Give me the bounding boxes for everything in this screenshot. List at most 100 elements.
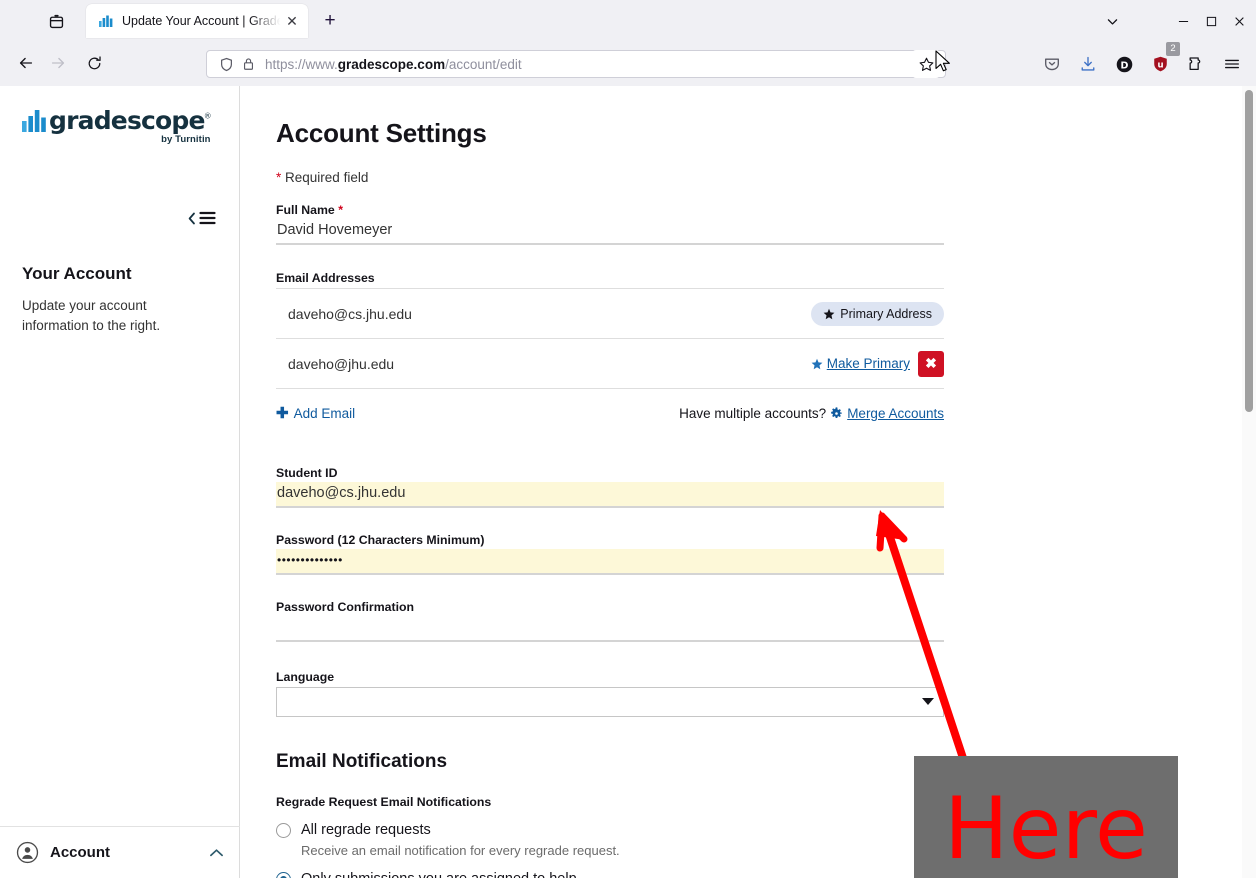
browser-tab[interactable]: Update Your Account | Gradescope ✕ <box>86 4 308 38</box>
forward-button[interactable] <box>42 47 74 79</box>
person-circle-icon <box>16 841 39 864</box>
email-address-text: daveho@jhu.edu <box>288 356 811 372</box>
shield-badge-count: 2 <box>1166 42 1180 56</box>
star-filled-icon <box>823 308 835 320</box>
delete-email-button[interactable]: ✖ <box>918 351 944 377</box>
password-input[interactable] <box>276 549 944 575</box>
window-close-button[interactable] <box>1224 8 1254 34</box>
plus-icon: ✚ <box>276 404 289 422</box>
hamburger-icon <box>199 211 216 225</box>
page-title: Account Settings <box>276 118 944 149</box>
email-row-secondary: daveho@jhu.edu Make Primary ✖ <box>276 339 944 389</box>
regrade-notifications-label: Regrade Request Email Notifications <box>276 795 944 809</box>
url-scheme: https://www. <box>265 57 338 72</box>
logo-subtitle: by Turnitin <box>161 134 210 145</box>
email-addresses-label: Email Addresses <box>276 271 944 285</box>
annotation-box: Here <box>914 756 1178 878</box>
full-name-required-asterisk: * <box>338 203 343 217</box>
tab-strip: Update Your Account | Gradescope ✕ + <box>0 0 1256 40</box>
email-row-primary: daveho@cs.jhu.edu Primary Address <box>276 289 944 339</box>
shield-icon[interactable] <box>215 54 237 74</box>
shield-extension-icon[interactable]: u 2 <box>1144 48 1176 80</box>
star-filled-icon <box>811 358 823 370</box>
email-notifications-heading: Email Notifications <box>276 751 944 773</box>
merge-accounts-link[interactable]: Merge Accounts <box>830 406 944 421</box>
required-asterisk: * <box>276 170 281 185</box>
collapse-sidebar-button[interactable] <box>188 211 216 225</box>
add-email-label: Add Email <box>294 406 356 421</box>
account-footer-label: Account <box>50 844 209 861</box>
hamburger-menu-icon[interactable] <box>1216 48 1248 80</box>
pocket-icon[interactable] <box>1036 48 1068 80</box>
email-address-list: daveho@cs.jhu.edu Primary Address daveho… <box>276 288 944 389</box>
radio-button[interactable] <box>276 872 291 878</box>
padlock-icon[interactable] <box>237 54 259 74</box>
add-email-button[interactable]: ✚ Add Email <box>276 404 355 422</box>
bookmark-star-button[interactable] <box>912 50 940 78</box>
window-maximize-button[interactable] <box>1196 8 1226 34</box>
chevron-up-icon[interactable] <box>209 848 224 858</box>
screen: Update Your Account | Gradescope ✕ + <box>0 0 1256 878</box>
radio-label: Only submissions you are assigned to hel… <box>301 871 577 878</box>
primary-address-badge: Primary Address <box>811 302 944 326</box>
required-note-text: Required field <box>285 170 368 185</box>
language-select[interactable] <box>276 687 944 717</box>
window-minimize-button[interactable] <box>1168 8 1198 34</box>
full-name-label-text: Full Name <box>276 203 335 217</box>
sidebar-description: Update your account information to the r… <box>22 296 212 336</box>
make-primary-label: Make Primary <box>827 356 910 371</box>
reload-button[interactable] <box>78 47 110 79</box>
radio-help-text: Receive an email notification for every … <box>301 843 944 858</box>
account-settings-form: Account Settings * Required field Full N… <box>276 86 944 878</box>
email-actions-row: ✚ Add Email Have multiple accounts? Merg… <box>276 404 944 422</box>
vertical-scrollbar-track[interactable] <box>1242 86 1256 878</box>
url-bar[interactable]: https://www.gradescope.com/account/edit <box>206 50 946 78</box>
radio-option-assigned-submissions[interactable]: Only submissions you are assigned to hel… <box>276 871 944 878</box>
email-address-text: daveho@cs.jhu.edu <box>288 306 811 322</box>
password-label: Password (12 Characters Minimum) <box>276 533 944 547</box>
password-confirmation-input[interactable] <box>276 616 944 642</box>
tab-list-chevron-icon[interactable] <box>1098 8 1126 34</box>
student-id-input[interactable] <box>276 482 944 508</box>
student-id-label: Student ID <box>276 466 944 480</box>
browser-toolbar-right: D u 2 <box>1036 48 1248 80</box>
gradescope-bars-icon <box>98 13 114 29</box>
downloads-icon[interactable] <box>1072 48 1104 80</box>
language-label: Language <box>276 670 944 684</box>
merge-accounts-row: Have multiple accounts? Merge Accounts <box>679 406 944 421</box>
svg-text:D: D <box>1120 60 1128 71</box>
logo-registered-mark: ® <box>205 111 211 120</box>
radio-option-all-regrade-requests[interactable]: All regrade requests <box>276 822 944 838</box>
password-confirmation-label: Password Confirmation <box>276 600 944 614</box>
vertical-scrollbar-thumb[interactable] <box>1245 90 1253 412</box>
firefox-view-button[interactable] <box>36 6 76 36</box>
merge-accounts-label: Merge Accounts <box>847 406 944 421</box>
primary-address-badge-label: Primary Address <box>840 307 932 321</box>
new-tab-button[interactable]: + <box>316 7 344 35</box>
account-avatar-icon[interactable]: D <box>1108 48 1140 80</box>
back-button[interactable] <box>10 47 42 79</box>
url-text[interactable]: https://www.gradescope.com/account/edit <box>259 57 941 72</box>
browser-chrome: Update Your Account | Gradescope ✕ + <box>0 0 1256 86</box>
sidebar: gradescope® by Turnitin Your Account Upd… <box>0 86 240 878</box>
required-field-note: * Required field <box>276 170 944 185</box>
page-viewport: gradescope® by Turnitin Your Account Upd… <box>0 86 1256 878</box>
logo-wordmark: gradescope <box>49 106 205 135</box>
annotation-text: Here <box>944 786 1148 872</box>
radio-label: All regrade requests <box>301 822 431 838</box>
tab-title: Update Your Account | Gradescope <box>122 14 282 28</box>
extensions-icon[interactable] <box>1180 48 1212 80</box>
full-name-input[interactable] <box>276 219 944 245</box>
tab-close-icon[interactable]: ✕ <box>282 11 302 31</box>
full-name-label: Full Name * <box>276 203 944 217</box>
language-select-wrapper <box>276 687 944 717</box>
radio-button[interactable] <box>276 823 291 838</box>
sidebar-title: Your Account <box>22 264 132 284</box>
gear-icon <box>830 407 843 420</box>
make-primary-link[interactable]: Make Primary <box>811 356 910 371</box>
url-host: gradescope.com <box>338 57 445 72</box>
sidebar-account-footer[interactable]: Account <box>0 826 240 878</box>
gradescope-logo[interactable]: gradescope® by Turnitin <box>22 106 211 135</box>
svg-text:u: u <box>1157 60 1163 70</box>
gradescope-bars-icon <box>22 110 46 132</box>
